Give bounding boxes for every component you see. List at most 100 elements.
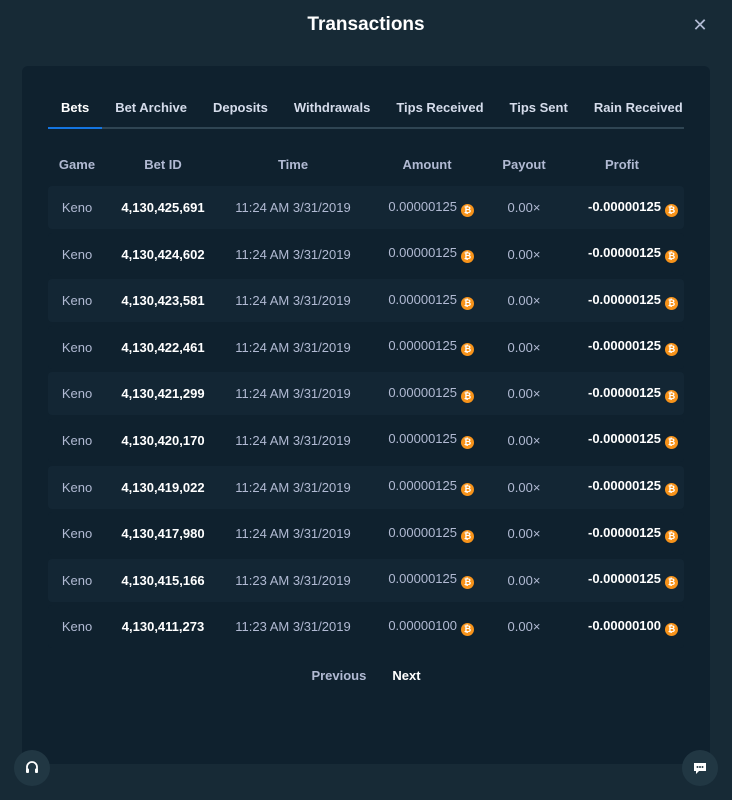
profit-value: -0.00000125 — [587, 384, 661, 400]
close-icon: ✕ — [692, 15, 708, 35]
amount-value: 0.00000125 — [388, 198, 457, 214]
cell-bet-id[interactable]: 4,130,411,273 — [106, 619, 220, 634]
table-header: Game Bet ID Time Amount Payout Profit — [48, 142, 684, 186]
bets-table: Game Bet ID Time Amount Payout Profit Ke… — [48, 142, 684, 652]
cell-bet-id[interactable]: 4,130,422,461 — [106, 340, 220, 355]
header-game: Game — [58, 156, 96, 172]
cell-time: 11:24 AM 3/31/2019 — [235, 246, 351, 262]
bitcoin-icon: ₿ — [665, 296, 678, 310]
cell-amount: 0.00000100 ₿ — [366, 618, 488, 636]
bitcoin-icon: ₿ — [461, 203, 474, 217]
table-row[interactable]: Keno 4,130,417,980 11:24 AM 3/31/2019 0.000… — [48, 512, 684, 556]
cell-amount: 0.00000125 ₿ — [366, 478, 488, 497]
bitcoin-icon: ₿ — [665, 483, 678, 497]
bitcoin-icon: ₿ — [665, 389, 678, 403]
cell-profit: -0.00000125 ₿ — [560, 478, 684, 497]
cell-payout: 0.00× — [507, 619, 541, 635]
close-button[interactable]: ✕ — [688, 13, 712, 37]
header-bet-id: Bet ID — [144, 156, 182, 172]
cell-payout: 0.00× — [507, 432, 541, 448]
chat-icon — [694, 763, 706, 774]
table-row[interactable]: Keno 4,130,419,022 11:24 AM 3/31/2019 0.000… — [48, 465, 684, 509]
cell-payout: 0.00× — [507, 479, 541, 495]
cell-bet-id[interactable]: 4,130,420,170 — [106, 433, 220, 448]
table-row[interactable]: Keno 4,130,421,299 11:24 AM 3/31/2019 0.000… — [48, 372, 684, 416]
cell-profit: -0.00000125 ₿ — [560, 199, 684, 217]
cell-game: Keno — [61, 432, 93, 448]
cell-profit: -0.00000125 ₿ — [560, 431, 684, 450]
cell-time: 11:24 AM 3/31/2019 — [235, 200, 351, 215]
cell-time: 11:24 AM 3/31/2019 — [235, 339, 351, 355]
cell-game: Keno — [61, 572, 93, 588]
amount-value: 0.00000125 — [388, 431, 457, 447]
cell-bet-id[interactable]: 4,130,423,581 — [106, 293, 220, 308]
cell-time: 11:23 AM 3/31/2019 — [235, 619, 351, 635]
bitcoin-icon: ₿ — [665, 436, 678, 450]
cell-game: Keno — [61, 200, 93, 215]
amount-value: 0.00000125 — [388, 524, 457, 540]
tab-withdrawals[interactable]: Withdrawals — [281, 92, 383, 127]
table-row[interactable]: Keno 4,130,425,691 11:24 AM 3/31/2019 0.000… — [48, 186, 684, 229]
cell-amount: 0.00000125 ₿ — [366, 338, 488, 357]
next-button[interactable]: Next — [392, 666, 420, 686]
profit-value: -0.00000125 — [587, 571, 661, 587]
cell-payout: 0.00× — [507, 246, 541, 262]
tab-bar: Bets Bet Archive Deposits Withdrawals Ti… — [48, 92, 684, 129]
amount-value: 0.00000125 — [388, 384, 457, 400]
pagination: Previous Next — [22, 666, 710, 686]
tab-tips-received[interactable]: Tips Received — [383, 92, 496, 127]
cell-payout: 0.00× — [507, 526, 541, 542]
header-time: Time — [277, 156, 309, 172]
cell-bet-id[interactable]: 4,130,425,691 — [106, 200, 220, 215]
bitcoin-icon: ₿ — [461, 389, 474, 403]
cell-payout: 0.00× — [507, 293, 541, 309]
bitcoin-icon: ₿ — [461, 296, 474, 310]
tab-rain-received[interactable]: Rain Received — [581, 92, 696, 127]
bitcoin-icon: ₿ — [665, 250, 678, 264]
cell-amount: 0.00000125 ₿ — [366, 292, 488, 310]
transactions-panel: Bets Bet Archive Deposits Withdrawals Ti… — [22, 66, 710, 764]
bitcoin-icon: ₿ — [461, 576, 474, 590]
profit-value: -0.00000125 — [587, 524, 661, 540]
profit-value: -0.00000125 — [587, 291, 661, 307]
amount-value: 0.00000125 — [388, 571, 457, 587]
tab-bet-archive[interactable]: Bet Archive — [102, 92, 200, 127]
cell-payout: 0.00× — [507, 386, 541, 402]
tab-deposits[interactable]: Deposits — [200, 92, 281, 127]
bitcoin-icon: ₿ — [665, 622, 678, 636]
headset-icon — [26, 761, 38, 773]
table-row[interactable]: Keno 4,130,422,461 11:24 AM 3/31/2019 0.000… — [48, 325, 684, 369]
cell-bet-id[interactable]: 4,130,421,299 — [106, 386, 220, 401]
cell-amount: 0.00000125 ₿ — [366, 431, 488, 450]
cell-bet-id[interactable]: 4,130,415,166 — [106, 573, 220, 588]
cell-amount: 0.00000125 ₿ — [366, 245, 488, 264]
cell-game: Keno — [61, 526, 93, 542]
modal-overlay: Transactions ✕ Bets Bet Archive Deposits… — [0, 0, 732, 800]
table-row[interactable]: Keno 4,130,423,581 11:24 AM 3/31/2019 0.000… — [48, 279, 684, 323]
table-row[interactable]: Keno 4,130,420,170 11:24 AM 3/31/2019 0.000… — [48, 418, 684, 462]
cell-profit: -0.00000125 ₿ — [560, 525, 684, 543]
cell-game: Keno — [61, 246, 93, 262]
cell-time: 11:24 AM 3/31/2019 — [235, 479, 351, 495]
cell-bet-id[interactable]: 4,130,419,022 — [106, 480, 220, 495]
table-row[interactable]: Keno 4,130,411,273 11:23 AM 3/31/2019 0.000… — [48, 605, 684, 649]
cell-payout: 0.00× — [507, 200, 541, 215]
header-profit: Profit — [605, 156, 639, 172]
cell-bet-id[interactable]: 4,130,424,602 — [106, 247, 220, 262]
chat-button[interactable] — [682, 750, 718, 786]
amount-value: 0.00000125 — [388, 478, 457, 494]
cell-time: 11:24 AM 3/31/2019 — [235, 526, 351, 542]
cell-time: 11:24 AM 3/31/2019 — [235, 386, 351, 402]
tab-tips-sent[interactable]: Tips Sent — [497, 92, 581, 127]
cell-payout: 0.00× — [507, 339, 541, 355]
cell-bet-id[interactable]: 4,130,417,980 — [106, 526, 220, 541]
table-row[interactable]: Keno 4,130,415,166 11:23 AM 3/31/2019 0.000… — [48, 558, 684, 602]
support-button[interactable] — [14, 750, 50, 786]
previous-button[interactable]: Previous — [311, 666, 366, 686]
profit-value: -0.00000125 — [587, 338, 661, 354]
table-row[interactable]: Keno 4,130,424,602 11:24 AM 3/31/2019 0.000… — [48, 232, 684, 276]
tab-bets[interactable]: Bets — [48, 92, 103, 129]
cell-profit: -0.00000125 ₿ — [560, 571, 684, 590]
cell-amount: 0.00000125 ₿ — [366, 199, 488, 217]
cell-profit: -0.00000125 ₿ — [560, 385, 684, 403]
